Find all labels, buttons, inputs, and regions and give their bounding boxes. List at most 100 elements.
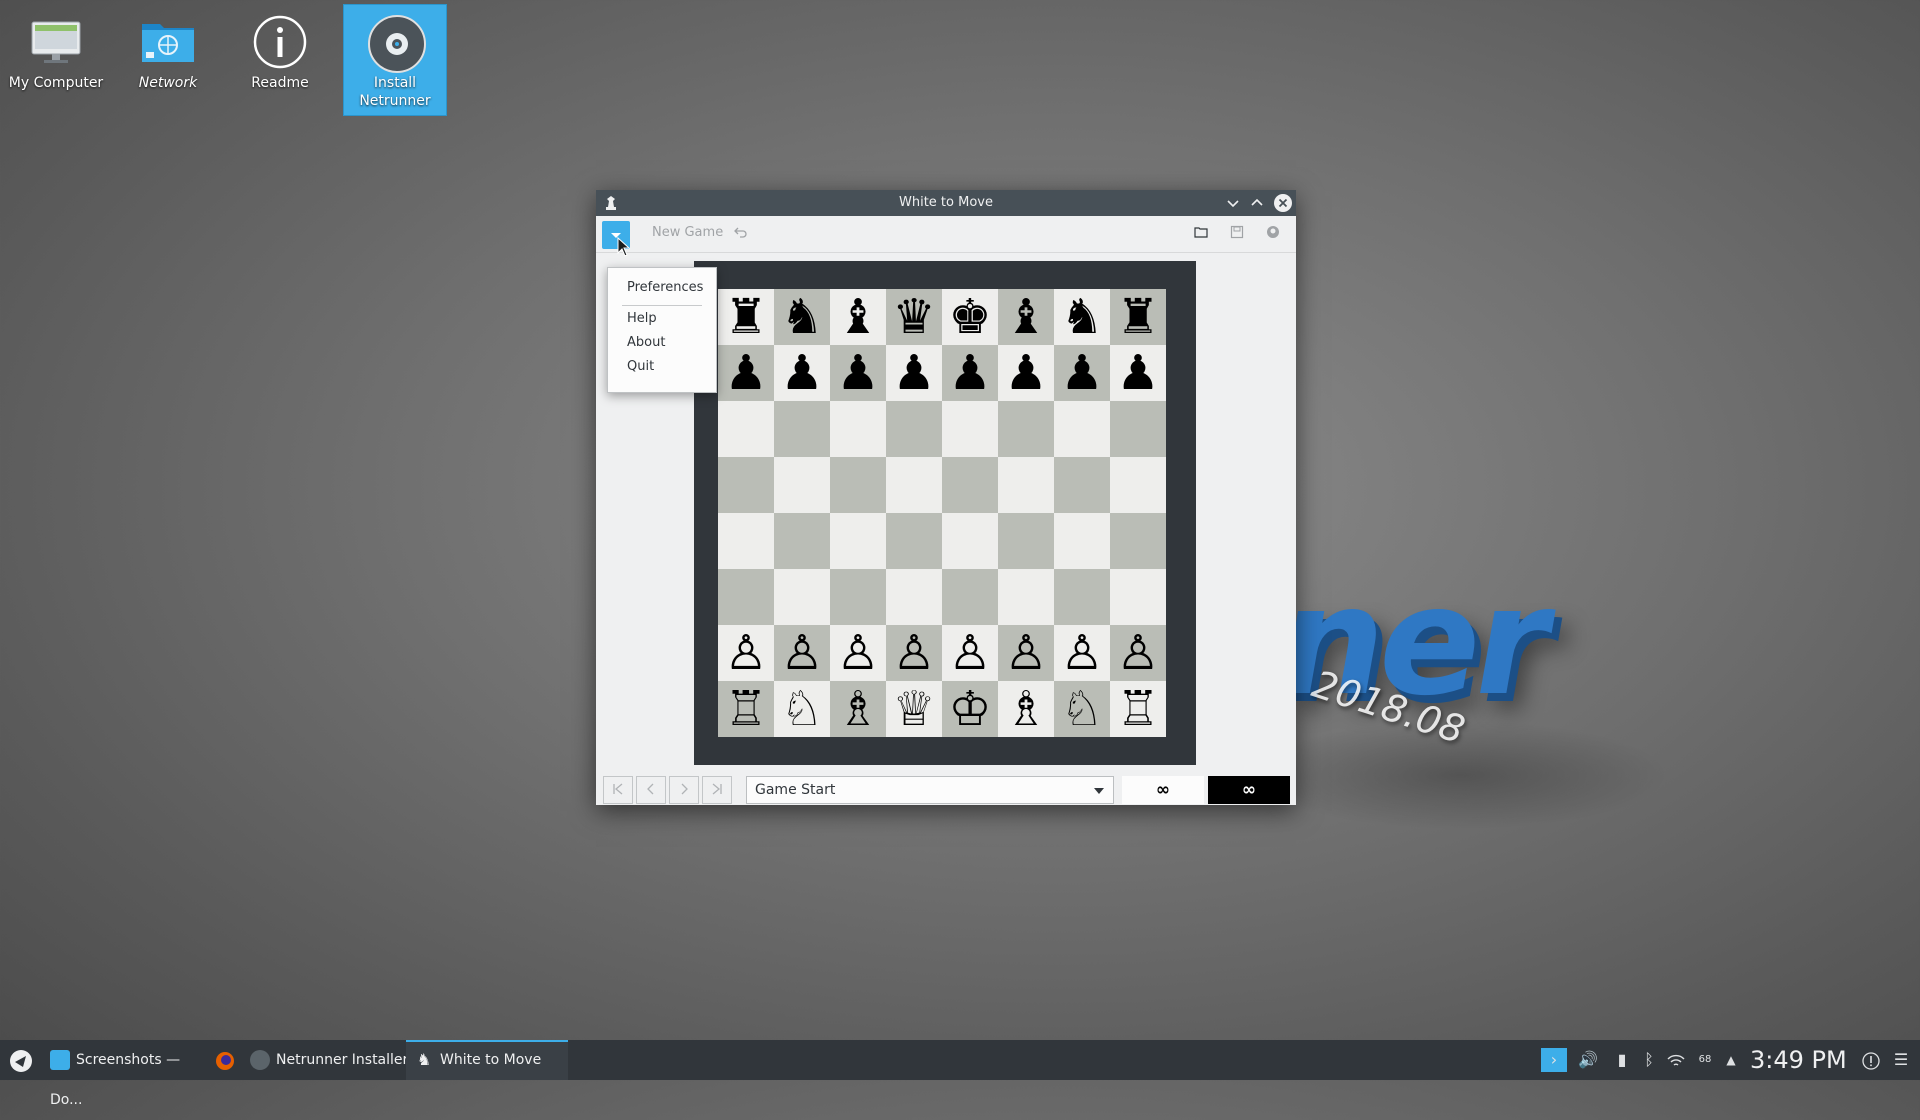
- chess-piece[interactable]: ♟: [836, 345, 879, 401]
- chess-piece[interactable]: ♙: [1116, 625, 1159, 681]
- board-square[interactable]: ♙: [774, 625, 830, 681]
- board-square[interactable]: ♙: [998, 625, 1054, 681]
- board-square[interactable]: ♟: [1110, 345, 1166, 401]
- chess-piece[interactable]: ♟: [892, 345, 935, 401]
- board-square[interactable]: [1054, 457, 1110, 513]
- board-square[interactable]: [998, 513, 1054, 569]
- board-square[interactable]: ♝: [998, 289, 1054, 345]
- board-square[interactable]: ♟: [942, 345, 998, 401]
- board-square[interactable]: ♛: [886, 289, 942, 345]
- application-launcher-button[interactable]: [6, 1040, 36, 1080]
- board-square[interactable]: ♔: [942, 681, 998, 737]
- board-square[interactable]: [998, 569, 1054, 625]
- chess-piece[interactable]: ♜: [1116, 289, 1159, 345]
- tray-up-arrow-icon[interactable]: ▲: [1722, 1040, 1740, 1080]
- chess-piece[interactable]: ♝: [836, 289, 879, 345]
- board-square[interactable]: ♞: [774, 289, 830, 345]
- board-square[interactable]: [886, 457, 942, 513]
- wifi-icon[interactable]: [1664, 1040, 1688, 1080]
- board-square[interactable]: [886, 513, 942, 569]
- board-square[interactable]: ♙: [718, 625, 774, 681]
- board-square[interactable]: ♜: [718, 289, 774, 345]
- chess-piece[interactable]: ♚: [948, 289, 991, 345]
- board-square[interactable]: [1054, 401, 1110, 457]
- undo-icon[interactable]: [732, 225, 750, 243]
- board-square[interactable]: [718, 569, 774, 625]
- chess-piece[interactable]: ♙: [780, 625, 823, 681]
- task-netrunner-installer[interactable]: Netrunner Installer: [246, 1040, 410, 1080]
- chess-board[interactable]: ♜ ♞ ♝ ♛ ♚ ♝ ♞ ♜ ♟ ♟ ♟ ♟ ♟ ♟ ♟ ♟ ♙ ♙ ♙ ♙ ♙ ♙ ♙ ♙ ♖ ♘ ♗ ♕ ♔ ♗ ♘ ♖: [718, 289, 1166, 737]
- board-square[interactable]: [998, 401, 1054, 457]
- firefox-icon[interactable]: [212, 1040, 238, 1080]
- board-square[interactable]: ♟: [1054, 345, 1110, 401]
- board-square[interactable]: [830, 569, 886, 625]
- desktop-icon-install-netrunner[interactable]: Install Netrunner: [343, 4, 447, 116]
- board-square[interactable]: ♝: [830, 289, 886, 345]
- board-square[interactable]: ♟: [830, 345, 886, 401]
- chess-piece[interactable]: ♟: [1060, 345, 1103, 401]
- desktop-icon-readme[interactable]: Readme: [228, 4, 332, 116]
- minimize-button[interactable]: [1224, 194, 1242, 212]
- board-square[interactable]: ♙: [830, 625, 886, 681]
- chess-piece[interactable]: ♙: [892, 625, 935, 681]
- next-move-button[interactable]: [669, 776, 699, 804]
- chess-piece[interactable]: ♝: [1004, 289, 1047, 345]
- menu-item-preferences[interactable]: Preferences: [627, 280, 703, 295]
- new-game-button[interactable]: New Game: [652, 225, 723, 240]
- board-square[interactable]: ♗: [998, 681, 1054, 737]
- board-square[interactable]: [718, 457, 774, 513]
- board-square[interactable]: ♘: [774, 681, 830, 737]
- board-square[interactable]: ♞: [1054, 289, 1110, 345]
- chess-piece[interactable]: ♟: [724, 345, 767, 401]
- board-square[interactable]: ♟: [998, 345, 1054, 401]
- chess-piece[interactable]: ♟: [1116, 345, 1159, 401]
- board-square[interactable]: ♕: [886, 681, 942, 737]
- close-button[interactable]: [1274, 194, 1292, 212]
- board-square[interactable]: [774, 457, 830, 513]
- board-square[interactable]: [718, 513, 774, 569]
- open-folder-icon[interactable]: [1192, 225, 1210, 243]
- chess-piece[interactable]: ♙: [1060, 625, 1103, 681]
- board-square[interactable]: ♙: [1110, 625, 1166, 681]
- maximize-button[interactable]: [1248, 194, 1266, 212]
- first-move-button[interactable]: [603, 776, 633, 804]
- chess-piece[interactable]: ♘: [1060, 681, 1103, 737]
- board-square[interactable]: [942, 569, 998, 625]
- notifications-icon[interactable]: [1860, 1040, 1882, 1080]
- board-square[interactable]: [886, 569, 942, 625]
- board-square[interactable]: ♙: [1054, 625, 1110, 681]
- board-square[interactable]: ♙: [886, 625, 942, 681]
- chess-piece[interactable]: ♞: [780, 289, 823, 345]
- board-square[interactable]: [774, 401, 830, 457]
- chess-piece[interactable]: ♛: [892, 289, 935, 345]
- board-square[interactable]: [886, 401, 942, 457]
- chess-piece[interactable]: ♗: [1004, 681, 1047, 737]
- chess-piece[interactable]: ♗: [836, 681, 879, 737]
- board-square[interactable]: ♘: [1054, 681, 1110, 737]
- desktop-icon-network[interactable]: Network: [116, 4, 220, 116]
- window-titlebar[interactable]: White to Move: [596, 190, 1296, 216]
- board-square[interactable]: [718, 401, 774, 457]
- board-square[interactable]: [830, 457, 886, 513]
- board-square[interactable]: ♟: [718, 345, 774, 401]
- chess-piece[interactable]: ♕: [892, 681, 935, 737]
- hamburger-menu-icon[interactable]: ☰: [1890, 1040, 1912, 1080]
- board-square[interactable]: ♗: [830, 681, 886, 737]
- save-icon[interactable]: [1228, 225, 1246, 243]
- board-square[interactable]: ♜: [1110, 289, 1166, 345]
- board-square[interactable]: [942, 513, 998, 569]
- chess-piece[interactable]: ♟: [780, 345, 823, 401]
- chess-piece[interactable]: ♖: [724, 681, 767, 737]
- board-square[interactable]: ♖: [718, 681, 774, 737]
- board-square[interactable]: ♙: [942, 625, 998, 681]
- chess-piece[interactable]: ♙: [836, 625, 879, 681]
- board-square[interactable]: [998, 457, 1054, 513]
- chess-piece[interactable]: ♙: [724, 625, 767, 681]
- tray-expand-icon[interactable]: ›: [1541, 1048, 1567, 1072]
- chess-piece[interactable]: ♜: [724, 289, 767, 345]
- battery-icon[interactable]: 68: [1692, 1040, 1718, 1080]
- chess-piece[interactable]: ♙: [1004, 625, 1047, 681]
- board-square[interactable]: [1110, 401, 1166, 457]
- board-square[interactable]: [1054, 513, 1110, 569]
- board-square[interactable]: ♚: [942, 289, 998, 345]
